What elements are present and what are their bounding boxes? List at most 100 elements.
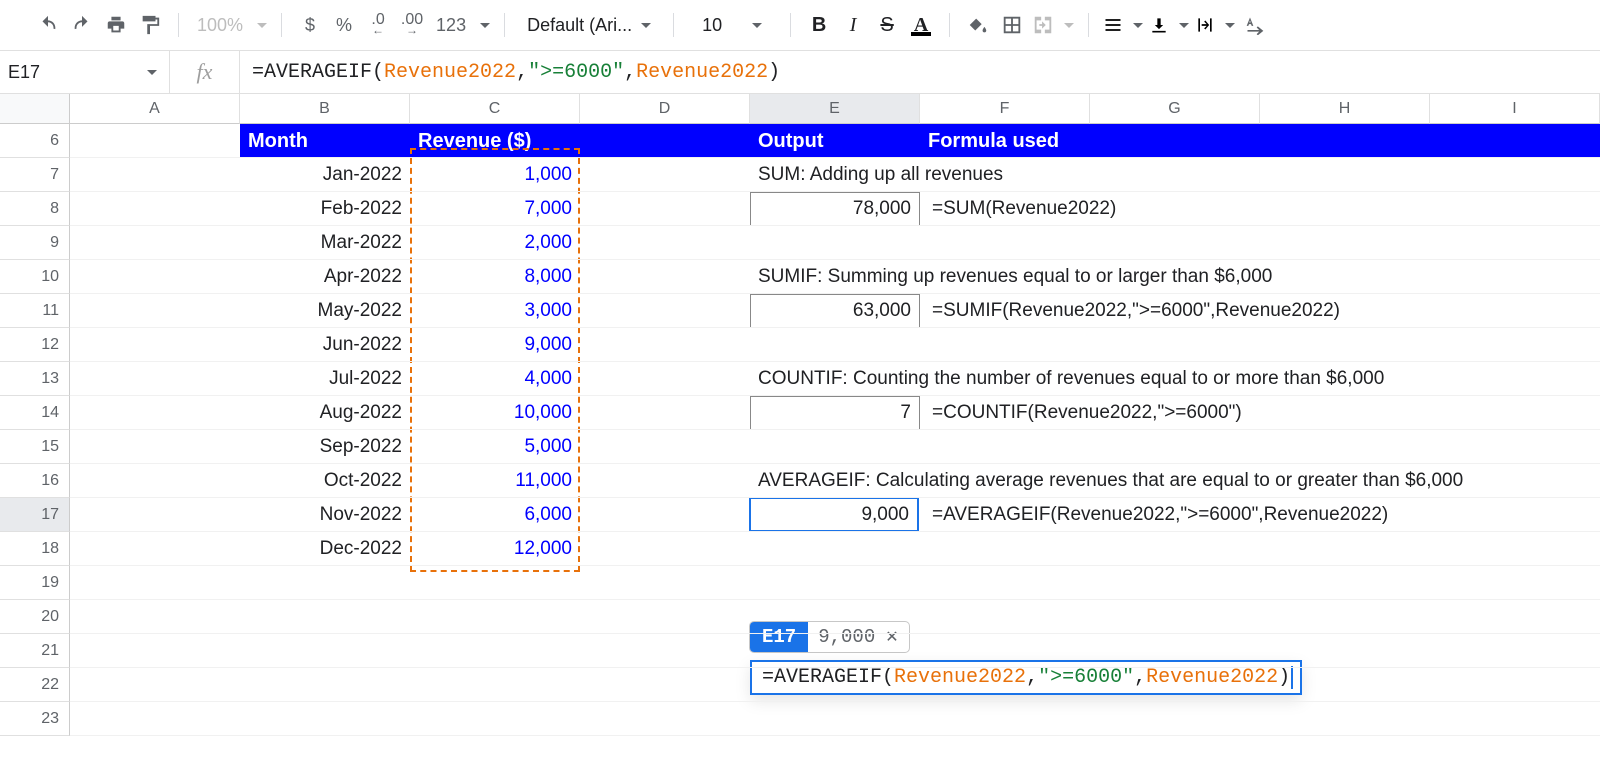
row-header-12[interactable]: 12 xyxy=(0,328,70,362)
formula-token: , xyxy=(624,61,636,84)
text-rotate-button[interactable] xyxy=(1241,11,1269,39)
row-header-6[interactable]: 6 xyxy=(0,124,70,158)
revenue-cell[interactable]: 12,000 xyxy=(410,532,580,566)
font-family-dropdown[interactable]: Default (Ari... xyxy=(519,11,659,39)
valign-icon xyxy=(1149,15,1169,35)
month-cell[interactable]: Jun-2022 xyxy=(240,328,410,362)
chevron-down-icon xyxy=(641,23,651,28)
month-cell[interactable]: Mar-2022 xyxy=(240,226,410,260)
vertical-align-dropdown[interactable] xyxy=(1149,15,1189,35)
horizontal-align-dropdown[interactable] xyxy=(1103,15,1143,35)
redo-button[interactable] xyxy=(68,11,96,39)
more-formats-dropdown[interactable]: 123 xyxy=(432,15,490,36)
row-header-8[interactable]: 8 xyxy=(0,192,70,226)
revenue-cell[interactable]: 4,000 xyxy=(410,362,580,396)
zoom-value: 100% xyxy=(193,15,247,36)
row-header-21[interactable]: 21 xyxy=(0,634,70,668)
column-header-H[interactable]: H xyxy=(1260,94,1430,124)
formula-bar: E17 fx =AVERAGEIF( Revenue2022 , ">=6000… xyxy=(0,50,1600,94)
revenue-cell[interactable]: 9,000 xyxy=(410,328,580,362)
revenue-cell[interactable]: 10,000 xyxy=(410,396,580,430)
italic-button[interactable]: I xyxy=(839,11,867,39)
row-header-23[interactable]: 23 xyxy=(0,702,70,736)
revenue-cell[interactable]: 7,000 xyxy=(410,192,580,226)
month-cell[interactable]: Jan-2022 xyxy=(240,158,410,192)
row-header-22[interactable]: 22 xyxy=(0,668,70,702)
month-cell[interactable]: Jul-2022 xyxy=(240,362,410,396)
avgif-output[interactable]: 9,000 xyxy=(749,497,919,532)
text-color-button[interactable]: A xyxy=(907,11,935,39)
decrease-decimal-button[interactable]: .0 ← xyxy=(364,11,392,39)
revenue-cell[interactable]: 5,000 xyxy=(410,430,580,464)
cells-area[interactable]: Month Revenue ($) Output Formula used SU… xyxy=(70,124,1600,744)
column-header-G[interactable]: G xyxy=(1090,94,1260,124)
inline-formula-editor[interactable]: =AVERAGEIF(Revenue2022,">=6000",Revenue2… xyxy=(750,660,1302,695)
sumif-output[interactable]: 63,000 xyxy=(750,294,920,328)
percent-format-button[interactable]: % xyxy=(330,11,358,39)
formula-result-chip[interactable]: E17 9,000 ✕ xyxy=(750,622,909,652)
row-header-15[interactable]: 15 xyxy=(0,430,70,464)
formula-input[interactable]: =AVERAGEIF( Revenue2022 , ">=6000" , Rev… xyxy=(240,51,1600,93)
strike-button[interactable]: S xyxy=(873,11,901,39)
name-box-value: E17 xyxy=(8,62,40,83)
header-month: Month xyxy=(240,124,410,158)
merge-cells-dropdown[interactable] xyxy=(1032,14,1074,36)
month-cell[interactable]: Feb-2022 xyxy=(240,192,410,226)
name-box[interactable]: E17 xyxy=(0,51,170,93)
month-cell[interactable]: Aug-2022 xyxy=(240,396,410,430)
column-header-C[interactable]: C xyxy=(410,94,580,124)
row-header-19[interactable]: 19 xyxy=(0,566,70,600)
toolbar-separator xyxy=(790,13,791,37)
row-header-10[interactable]: 10 xyxy=(0,260,70,294)
font-size-dropdown[interactable]: 10 xyxy=(688,11,776,39)
row-header-9[interactable]: 9 xyxy=(0,226,70,260)
column-header-A[interactable]: A xyxy=(70,94,240,124)
countif-label: COUNTIF: Counting the number of revenues… xyxy=(750,362,1600,396)
revenue-cell[interactable]: 1,000 xyxy=(410,158,580,192)
row-header-7[interactable]: 7 xyxy=(0,158,70,192)
month-cell[interactable]: Dec-2022 xyxy=(240,532,410,566)
close-icon[interactable]: ✕ xyxy=(885,627,898,647)
currency-format-button[interactable]: $ xyxy=(296,11,324,39)
select-all-corner[interactable] xyxy=(0,94,70,124)
column-header-F[interactable]: F xyxy=(920,94,1090,124)
zoom-dropdown[interactable]: 100% xyxy=(193,15,267,36)
paint-format-icon xyxy=(139,14,161,36)
text-color-bar xyxy=(911,32,931,36)
row-header-11[interactable]: 11 xyxy=(0,294,70,328)
text-wrap-dropdown[interactable] xyxy=(1195,15,1235,35)
row-header-20[interactable]: 20 xyxy=(0,600,70,634)
sum-output[interactable]: 78,000 xyxy=(750,192,920,226)
month-cell[interactable]: Sep-2022 xyxy=(240,430,410,464)
row-header-14[interactable]: 14 xyxy=(0,396,70,430)
month-cell[interactable]: Oct-2022 xyxy=(240,464,410,498)
borders-button[interactable] xyxy=(998,11,1026,39)
month-cell[interactable]: Nov-2022 xyxy=(240,498,410,532)
row-header-16[interactable]: 16 xyxy=(0,464,70,498)
arrow-left-icon: ← xyxy=(372,25,384,35)
countif-output[interactable]: 7 xyxy=(750,396,920,430)
row-header-13[interactable]: 13 xyxy=(0,362,70,396)
revenue-cell[interactable]: 2,000 xyxy=(410,226,580,260)
row-header-18[interactable]: 18 xyxy=(0,532,70,566)
undo-button[interactable] xyxy=(34,11,62,39)
column-header-E[interactable]: E xyxy=(750,94,920,124)
bold-button[interactable]: B xyxy=(805,11,833,39)
increase-decimal-button[interactable]: .00 → xyxy=(398,11,426,39)
revenue-cell[interactable]: 11,000 xyxy=(410,464,580,498)
print-button[interactable] xyxy=(102,11,130,39)
month-cell[interactable]: May-2022 xyxy=(240,294,410,328)
chevron-down-icon xyxy=(1225,23,1235,28)
avgif-label: AVERAGEIF: Calculating average revenues … xyxy=(750,464,1600,498)
revenue-cell[interactable]: 8,000 xyxy=(410,260,580,294)
month-cell[interactable]: Apr-2022 xyxy=(240,260,410,294)
paint-format-button[interactable] xyxy=(136,11,164,39)
column-header-D[interactable]: D xyxy=(580,94,750,124)
column-header-B[interactable]: B xyxy=(240,94,410,124)
fx-label: fx xyxy=(170,51,240,93)
revenue-cell[interactable]: 3,000 xyxy=(410,294,580,328)
row-header-17[interactable]: 17 xyxy=(0,498,70,532)
revenue-cell[interactable]: 6,000 xyxy=(410,498,580,532)
fill-color-button[interactable] xyxy=(964,11,992,39)
column-header-I[interactable]: I xyxy=(1430,94,1600,124)
